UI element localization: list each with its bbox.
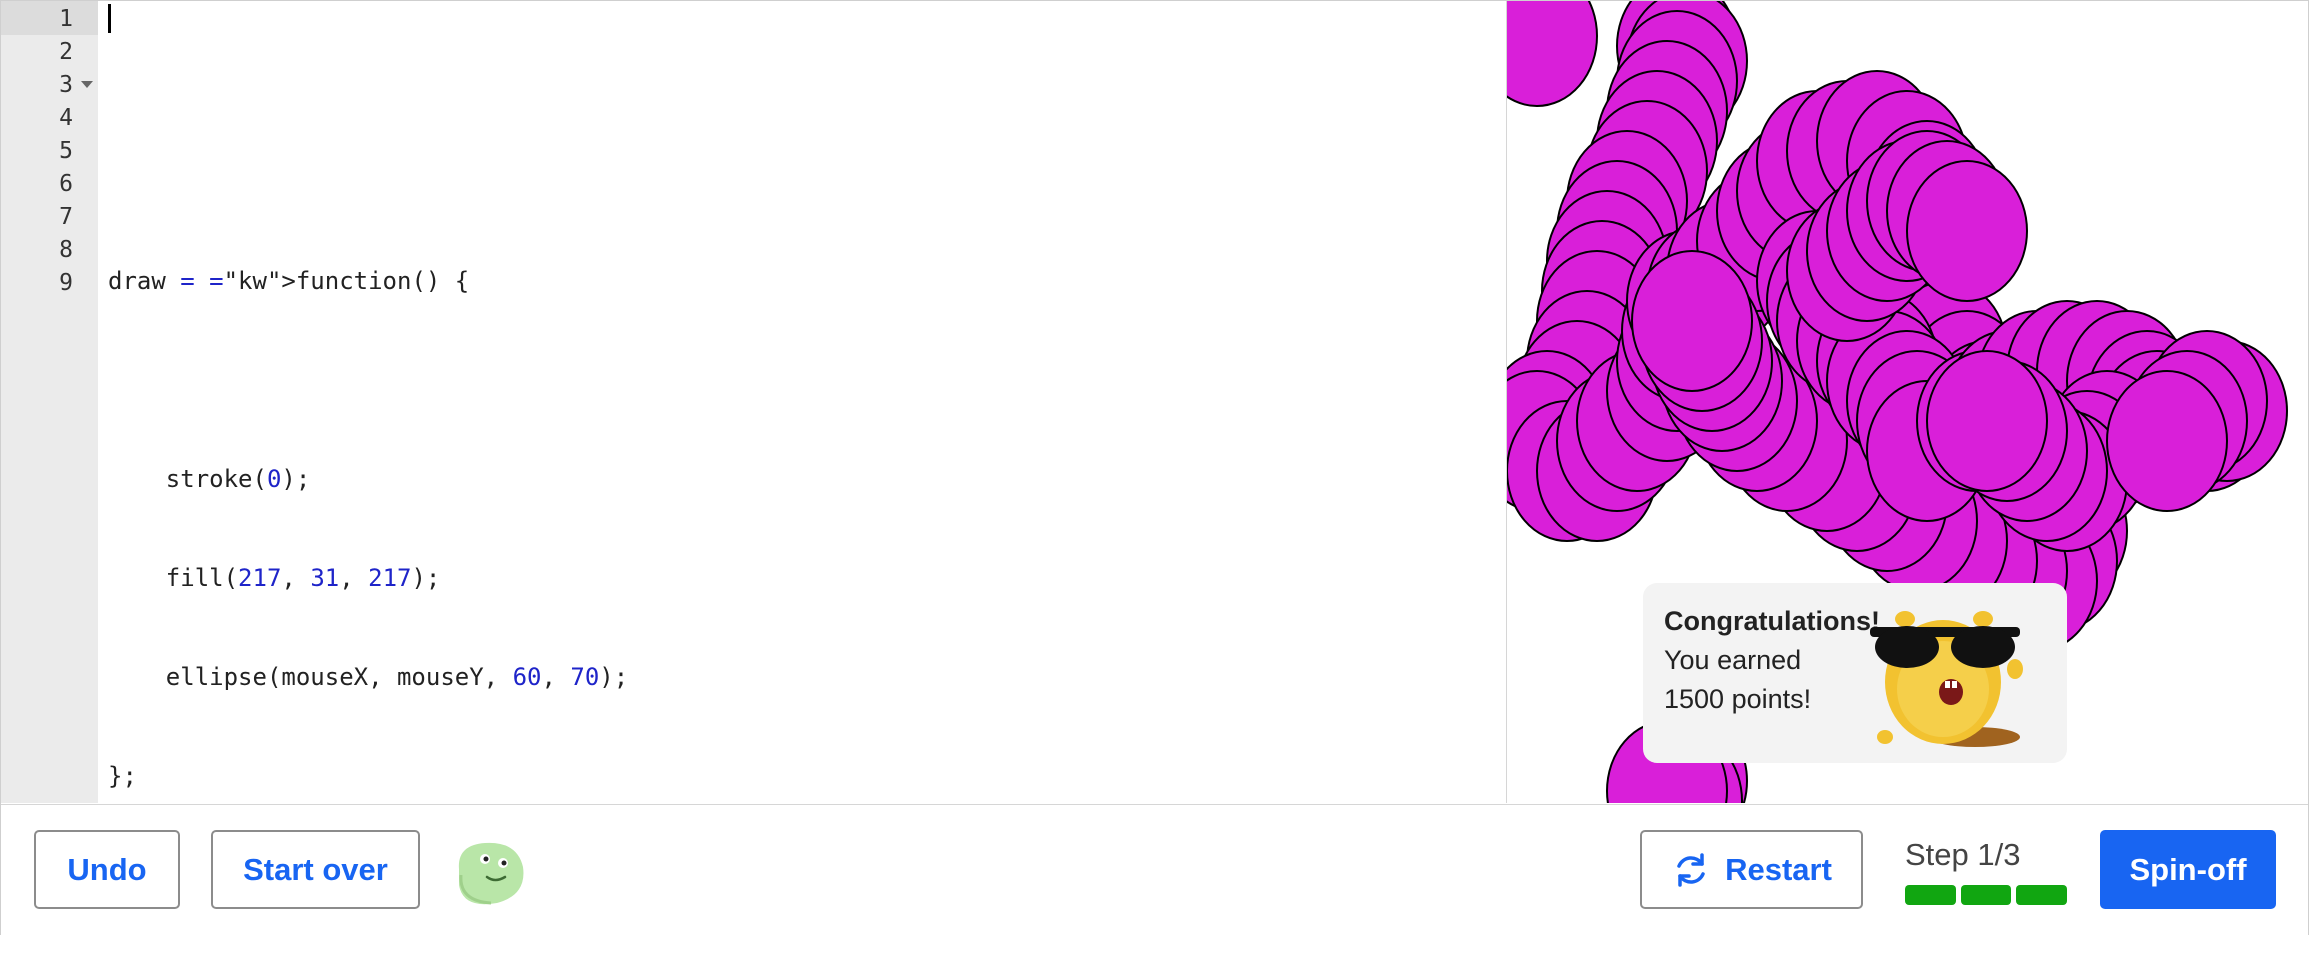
line-number: 4 xyxy=(59,105,73,131)
code-line: fill(217, 31, 217); xyxy=(108,564,441,592)
progress-segment xyxy=(1960,885,2012,905)
code-line: ellipse(mouseX, mouseY, 60, 70); xyxy=(108,663,629,691)
line-number: 3 xyxy=(59,72,73,98)
toast-message-line1: You earned xyxy=(1664,645,1802,675)
progress-segment xyxy=(1905,885,1956,905)
avatar[interactable] xyxy=(451,839,527,909)
undo-button[interactable]: Undo xyxy=(34,830,180,909)
code-challenge-window: 1 2 3 4 5 6 7 8 9 draw = ="kw">function(… xyxy=(0,0,2309,935)
line-number: 6 xyxy=(59,171,73,197)
line-number: 5 xyxy=(59,138,73,164)
drawn-ellipse xyxy=(1906,160,2028,302)
bottom-toolbar: Undo Start over Restart Step 1/3 Spin-of… xyxy=(1,804,2308,935)
progress-segment xyxy=(2016,885,2068,905)
step-progress-bar xyxy=(1905,885,2068,905)
line-number: 7 xyxy=(59,204,73,230)
restart-button[interactable]: Restart xyxy=(1640,830,1863,909)
step-indicator: Step 1/3 xyxy=(1905,837,2021,872)
code-line: stroke(0); xyxy=(108,465,311,493)
line-number: 1 xyxy=(59,6,73,32)
refresh-icon xyxy=(1677,852,1705,887)
drawn-ellipse xyxy=(1926,350,2048,492)
line-number-gutter: 1 2 3 4 5 6 7 8 9 xyxy=(1,1,98,803)
line-number: 9 xyxy=(59,270,73,296)
spin-off-button[interactable]: Spin-off xyxy=(2100,830,2276,909)
fold-arrow-icon[interactable] xyxy=(81,81,93,88)
restart-label: Restart xyxy=(1725,851,1832,887)
line-number: 2 xyxy=(59,39,73,65)
code-editor[interactable]: 1 2 3 4 5 6 7 8 9 draw = ="kw">function(… xyxy=(1,1,1507,803)
sunglasses-mascot-icon xyxy=(1870,611,2023,747)
line-number: 8 xyxy=(59,237,73,263)
toast-title: Congratulations! xyxy=(1664,606,1880,636)
drawn-ellipse xyxy=(1507,1,1598,107)
code-line: draw = ="kw">function() { xyxy=(108,267,470,295)
drawn-ellipse xyxy=(2106,370,2228,512)
code-line: }; xyxy=(108,762,137,790)
start-over-button[interactable]: Start over xyxy=(211,830,420,909)
toast-message-line2: 1500 points! xyxy=(1664,684,1812,714)
drawn-ellipse xyxy=(1631,250,1753,392)
congratulations-toast: Congratulations! You earned 1500 points! xyxy=(1643,583,2067,763)
